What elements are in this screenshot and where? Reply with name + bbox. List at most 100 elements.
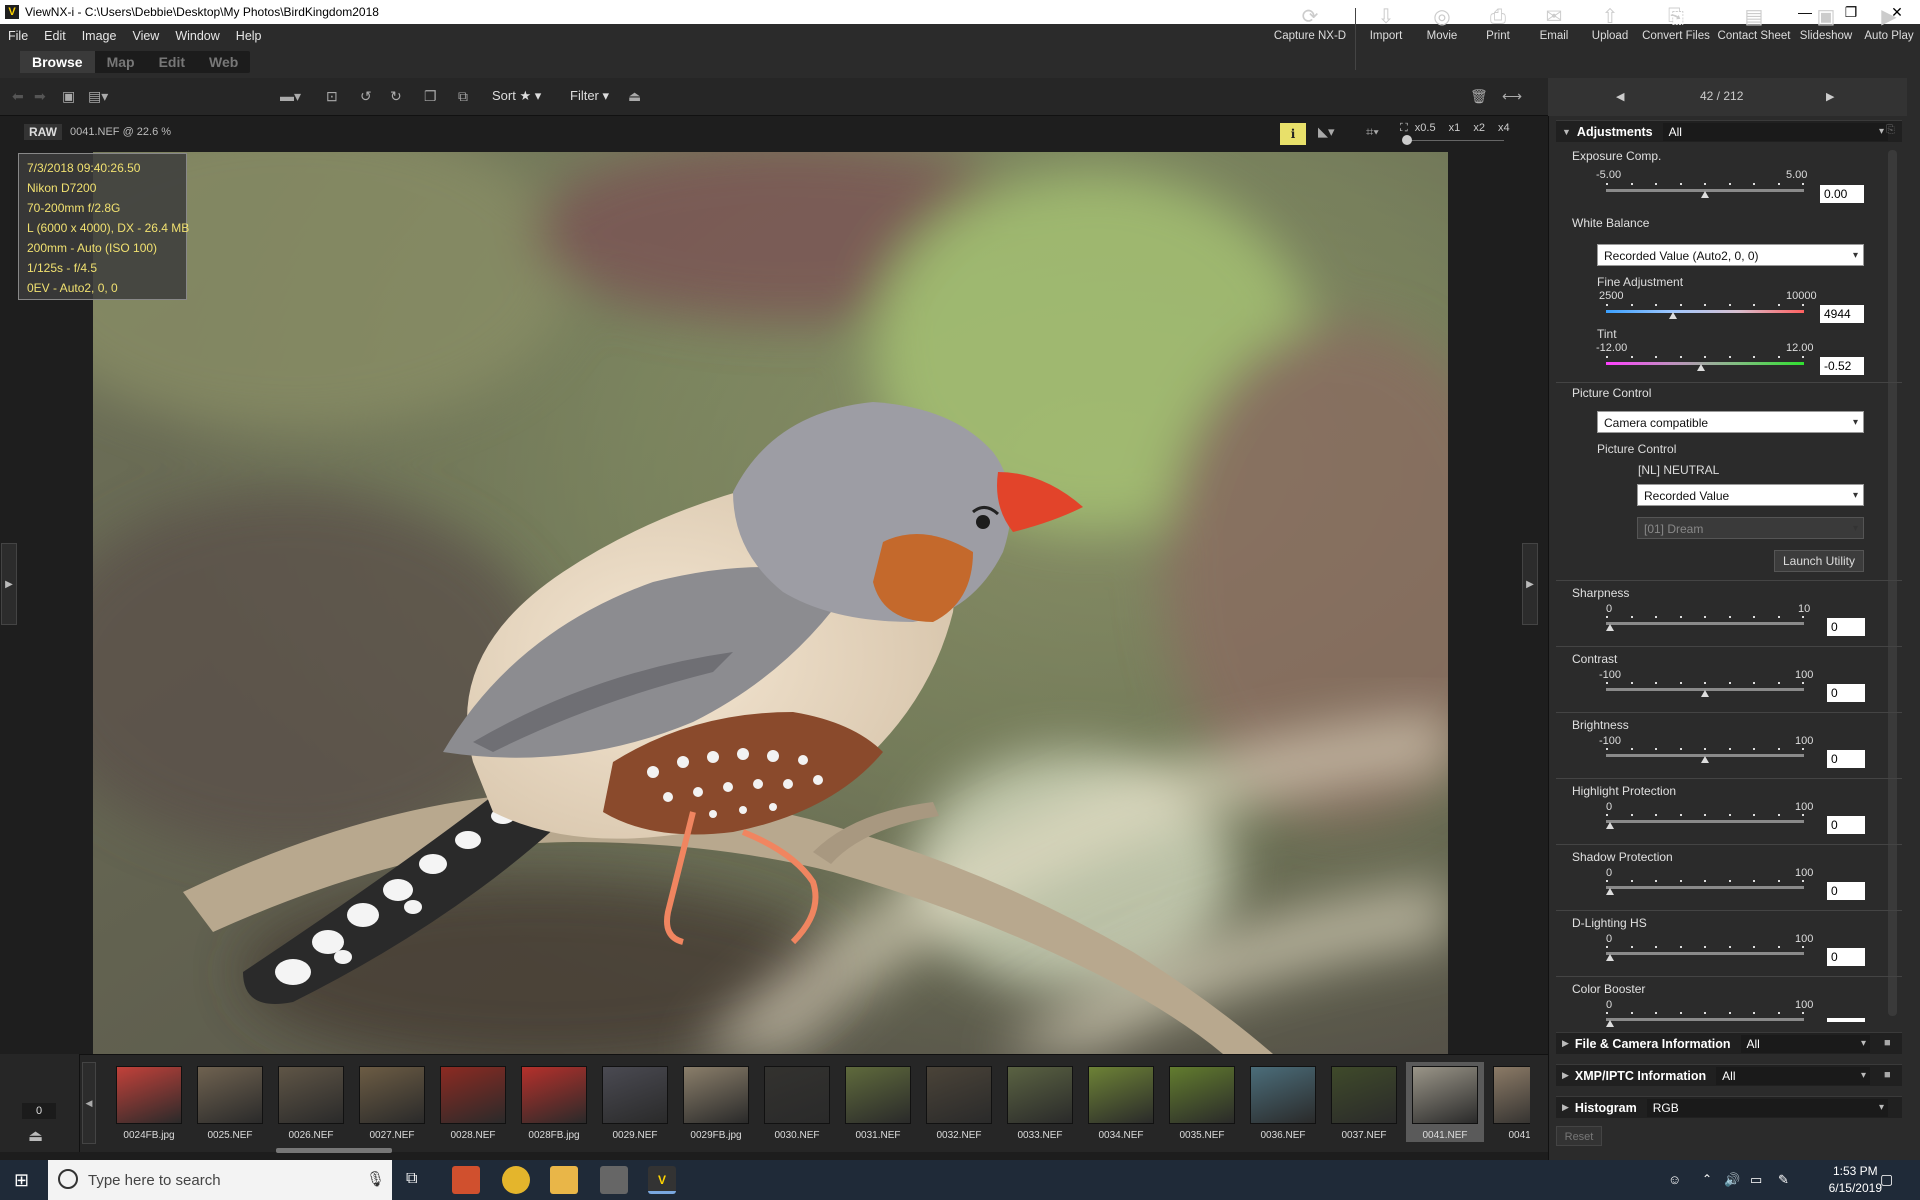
exposure-value-field[interactable]: 0.00	[1820, 185, 1864, 203]
reset-button[interactable]: Reset	[1556, 1126, 1602, 1146]
thumbnail-item[interactable]: 0024FB.jpg	[110, 1062, 188, 1142]
zoom-level-3[interactable]: x4	[1498, 122, 1510, 134]
thumbnail-item[interactable]: 0034.NEF	[1082, 1062, 1160, 1142]
chrome-app-icon[interactable]	[502, 1166, 530, 1194]
taskbar-clock[interactable]: 1:53 PM 6/15/2019	[1829, 1163, 1882, 1197]
folder-options-icon[interactable]: ▤▾	[88, 88, 108, 105]
copy-settings-icon[interactable]: ⎘	[1886, 124, 1895, 137]
stamp-icon[interactable]: ⏏	[628, 88, 641, 105]
slider-handle[interactable]	[1606, 1020, 1614, 1027]
forward-arrow-icon[interactable]: ➡	[34, 88, 46, 105]
tint-slider[interactable]	[1606, 356, 1804, 374]
focus-point-icon[interactable]: ⌗▾	[1366, 124, 1379, 140]
calculator-app-icon[interactable]	[600, 1166, 628, 1194]
rotate-right-icon[interactable]: ↻	[390, 88, 402, 105]
picture-control-mode-select[interactable]: Camera compatible	[1597, 411, 1864, 434]
highlight-protection-value-field[interactable]: 0	[1827, 816, 1865, 834]
expand-width-icon[interactable]: ⟷	[1502, 88, 1522, 105]
thumbnail-item[interactable]: 0025.NEF	[191, 1062, 269, 1142]
thumbnail-item[interactable]: 0030.NEF	[758, 1062, 836, 1142]
thumbnail-item[interactable]: 0033.NEF	[1001, 1062, 1079, 1142]
movie-button[interactable]: ◎ Movie	[1414, 0, 1470, 78]
slider-handle[interactable]	[1669, 312, 1677, 319]
trash-icon[interactable]: 🗑	[1470, 88, 1488, 105]
photoshop-elements-app-icon[interactable]	[452, 1166, 480, 1194]
thumbnail-item[interactable]: 0031.NEF	[839, 1062, 917, 1142]
volume-icon[interactable]: 🔊	[1724, 1172, 1740, 1188]
slider-handle[interactable]	[1606, 624, 1614, 631]
adjustments-header[interactable]: ▼ Adjustments All	[1556, 120, 1902, 142]
thumbnail-item[interactable]: 0029.NEF	[596, 1062, 674, 1142]
xmp-iptc-info-header[interactable]: ▶ XMP/IPTC Information All ■	[1556, 1064, 1902, 1086]
thumbnail-item[interactable]: 0037.NEF	[1325, 1062, 1403, 1142]
d-lighting-hs-value-field[interactable]: 0	[1827, 948, 1865, 966]
tab-web[interactable]: Web	[197, 51, 250, 73]
fine-adjustment-value-field[interactable]: 4944	[1820, 305, 1864, 323]
task-view-icon[interactable]: ⧉	[406, 1170, 417, 1188]
open-folder-icon[interactable]: ▣	[62, 88, 75, 105]
zoom-slider-handle[interactable]	[1402, 135, 1412, 145]
tint-value-field[interactable]: -0.52	[1820, 357, 1864, 375]
auto-play-button[interactable]: ▶ Auto Play	[1858, 0, 1920, 78]
file-camera-info-filter-select[interactable]: All	[1740, 1034, 1870, 1053]
adjustments-scrollbar[interactable]	[1888, 150, 1897, 1016]
histogram-toggle-icon[interactable]: ◣▾	[1318, 124, 1335, 140]
slider-handle[interactable]	[1701, 690, 1709, 697]
compare-icon[interactable]: ❐	[424, 88, 437, 105]
sort-button[interactable]: Sort ★ ▾	[492, 88, 541, 104]
thumbnail-item[interactable]: 0041.NEF	[1406, 1062, 1484, 1142]
brightness-value-field[interactable]: 0	[1827, 750, 1865, 768]
zoom-control[interactable]: ⛶ x0.5 x1 x2 x4	[1400, 122, 1510, 135]
stack-icon[interactable]: ⧉	[458, 88, 468, 105]
xmp-iptc-filter-select[interactable]: All	[1716, 1066, 1870, 1085]
filmstrip-scrollbar[interactable]	[276, 1148, 392, 1153]
filter-button[interactable]: Filter ▾	[570, 88, 609, 104]
network-icon[interactable]: ▭	[1750, 1172, 1762, 1188]
fine-adjustment-slider[interactable]	[1606, 304, 1804, 322]
shadow-protection-slider[interactable]	[1606, 880, 1804, 898]
histogram-channel-select[interactable]: RGB	[1646, 1098, 1888, 1117]
sharpness-slider[interactable]	[1606, 616, 1804, 634]
thumbnail-item[interactable]: 0041FB	[1487, 1062, 1530, 1142]
fit-view-icon[interactable]: ⊡	[326, 88, 338, 105]
main-photo[interactable]	[93, 152, 1448, 1054]
pen-icon[interactable]: ✎	[1778, 1172, 1789, 1188]
taskbar-search[interactable]: Type here to search 🎙	[48, 1160, 392, 1200]
rotate-left-icon[interactable]: ↺	[360, 88, 372, 105]
slider-handle[interactable]	[1606, 822, 1614, 829]
exposure-slider[interactable]	[1606, 183, 1804, 201]
menu-window[interactable]: Window	[167, 29, 227, 43]
shadow-protection-value-field[interactable]: 0	[1827, 882, 1865, 900]
sharpness-value-field[interactable]: 0	[1827, 618, 1865, 636]
thumbnail-item[interactable]: 0028.NEF	[434, 1062, 512, 1142]
menu-edit[interactable]: Edit	[36, 29, 74, 43]
upload-button[interactable]: ⇧ Upload	[1582, 0, 1638, 78]
people-icon[interactable]: ☺	[1668, 1172, 1681, 1187]
lock-icon[interactable]: ■	[1884, 1069, 1896, 1083]
print-button[interactable]: ⎙ Print	[1470, 0, 1526, 78]
zoom-level-0[interactable]: x0.5	[1415, 122, 1436, 134]
tab-map[interactable]: Map	[95, 51, 147, 73]
launch-utility-button[interactable]: Launch Utility	[1774, 550, 1864, 572]
zoom-level-2[interactable]: x2	[1473, 122, 1485, 134]
prev-image-button[interactable]: ◀	[1616, 90, 1624, 103]
back-arrow-icon[interactable]: ⬅	[12, 88, 24, 105]
slider-handle[interactable]	[1701, 191, 1709, 198]
d-lighting-hs-slider[interactable]	[1606, 946, 1804, 964]
menu-file[interactable]: File	[0, 29, 36, 43]
contrast-slider[interactable]	[1606, 682, 1804, 700]
layout-options-icon[interactable]: ▬▾	[280, 88, 301, 105]
import-button[interactable]: ⇩ Import	[1358, 0, 1414, 78]
highlight-protection-slider[interactable]	[1606, 814, 1804, 832]
adjustments-filter-select[interactable]: All	[1662, 122, 1888, 141]
picture-control-option-select[interactable]: Recorded Value	[1637, 484, 1864, 507]
histogram-header[interactable]: ▶ Histogram RGB	[1556, 1096, 1902, 1118]
color-booster-slider[interactable]	[1606, 1012, 1804, 1030]
thumbnail-item[interactable]: 0026.NEF	[272, 1062, 350, 1142]
convert-files-button[interactable]: ⎘ Convert Files	[1638, 0, 1714, 78]
contrast-value-field[interactable]: 0	[1827, 684, 1865, 702]
color-booster-value-field[interactable]	[1827, 1018, 1865, 1022]
tab-browse[interactable]: Browse	[20, 51, 95, 73]
brightness-slider[interactable]	[1606, 748, 1804, 766]
tab-edit[interactable]: Edit	[147, 51, 197, 73]
